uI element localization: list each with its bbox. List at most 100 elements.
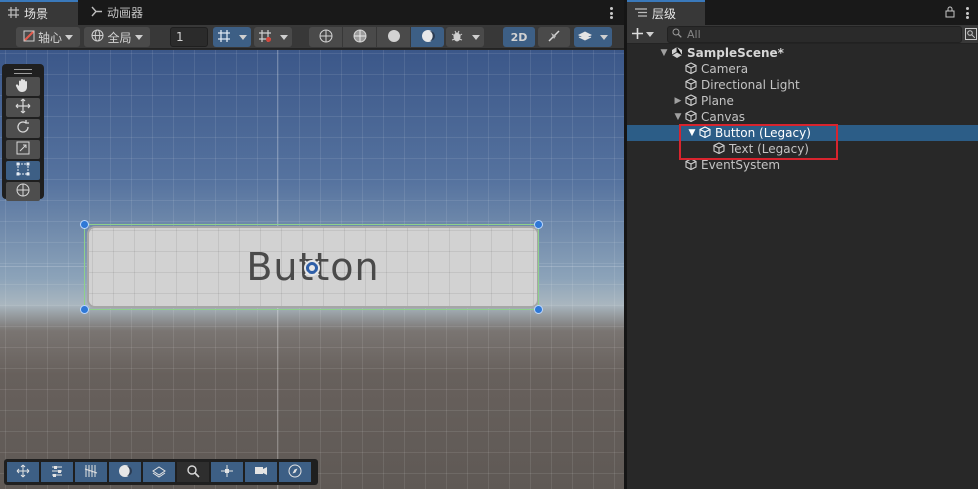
chevron-down-icon <box>134 34 143 40</box>
tab-animator[interactable]: 动画器 <box>82 0 162 25</box>
transform-combo-icon <box>15 182 31 201</box>
debug-draw-button[interactable] <box>446 27 468 47</box>
scale-tool-button[interactable] <box>6 140 40 159</box>
camera-overlay-button[interactable] <box>245 462 277 482</box>
wireframe-shading-button[interactable] <box>309 27 342 47</box>
global-label: 全局 <box>107 30 132 45</box>
hierarchy-toolbar <box>627 25 978 44</box>
gameobject-cube-icon <box>685 61 697 77</box>
expand-arrow-icon[interactable]: ▼ <box>673 112 683 122</box>
shaded-button[interactable] <box>377 27 410 47</box>
snap-options-dropdown[interactable] <box>276 27 292 47</box>
tab-scene-label: 场景 <box>24 7 49 21</box>
rotate-icon <box>15 119 31 138</box>
hierarchy-row[interactable]: Camera <box>627 61 978 77</box>
layers-dropdown[interactable] <box>596 27 612 47</box>
hierarchy-search-field[interactable] <box>667 26 962 43</box>
rect-tool-button[interactable] <box>6 161 40 180</box>
grid-toggle-icon <box>217 29 231 46</box>
rect-handle-top-right[interactable] <box>534 220 543 229</box>
overlay-toolbar <box>4 459 318 485</box>
scene-lighting-toggle[interactable] <box>538 27 570 47</box>
rect-handle-bottom-right[interactable] <box>534 305 543 314</box>
hand-tool-button[interactable] <box>6 77 40 96</box>
create-dropdown[interactable] <box>632 27 654 42</box>
hierarchy-row-label: Plane <box>701 94 734 108</box>
annotation-highlight-box <box>679 124 838 160</box>
hierarchy-more-menu-icon[interactable] <box>961 5 973 21</box>
pivot-label: 轴心 <box>37 30 62 45</box>
plus-icon <box>632 27 643 42</box>
snap-increment-button[interactable] <box>254 27 276 47</box>
shading-sphere-icon <box>118 464 132 481</box>
globe-icon <box>91 29 104 45</box>
chevron-down-icon <box>65 34 73 40</box>
layers-visibility-button[interactable] <box>574 27 596 47</box>
tab-hierarchy[interactable]: 层级 <box>627 0 705 25</box>
hierarchy-row-label: Directional Light <box>701 78 800 92</box>
layers-overlay-button[interactable] <box>143 462 175 482</box>
hand-icon <box>15 77 31 96</box>
move-overlay-button[interactable] <box>7 462 39 482</box>
hierarchy-row[interactable]: ▶ Plane <box>627 93 978 109</box>
move-tool-button[interactable] <box>6 98 40 117</box>
hierarchy-row-label: SampleScene* <box>687 46 784 60</box>
align-overlay-button[interactable] <box>41 462 73 482</box>
hierarchy-row[interactable]: ▼ Canvas <box>627 109 978 125</box>
compass-overlay-button[interactable] <box>279 462 311 482</box>
shading-overlay-button[interactable] <box>109 462 141 482</box>
pivot-dropdown[interactable]: 轴心 <box>16 27 80 47</box>
rotate-tool-button[interactable] <box>6 119 40 138</box>
light-off-icon <box>547 29 561 46</box>
gameobject-cube-icon <box>685 93 697 109</box>
grid-snap-value: 1 <box>176 30 184 44</box>
transform-tool-button[interactable] <box>6 182 40 201</box>
grid-snap-field[interactable]: 1 <box>170 27 208 47</box>
grid-visibility-button[interactable] <box>213 27 235 47</box>
hierarchy-row-label: Canvas <box>701 110 746 124</box>
hierarchy-row-label: Camera <box>701 62 749 76</box>
pivot-icon <box>23 29 35 45</box>
move-arrows-icon <box>15 98 31 117</box>
hierarchy-tabbar: 层级 <box>627 0 978 25</box>
pivot-overlay-button[interactable] <box>211 462 243 482</box>
grid-options-dropdown[interactable] <box>235 27 251 47</box>
pivot-handle-icon[interactable] <box>302 258 322 278</box>
chevron-down-icon <box>472 34 480 40</box>
mode-2d-label: 2D <box>510 30 528 44</box>
grid-overlay-button[interactable] <box>75 462 107 482</box>
shaded-wireframe-button[interactable] <box>343 27 376 47</box>
tab-scene[interactable]: 场景 <box>0 0 78 25</box>
camera-icon <box>254 464 268 481</box>
align-icon <box>50 464 64 481</box>
gameobject-cube-icon <box>685 77 697 93</box>
hierarchy-row-label: EventSystem <box>701 158 781 172</box>
debug-draw-dropdown[interactable] <box>468 27 484 47</box>
toggle-2d-button[interactable]: 2D <box>503 27 535 47</box>
rect-handle-top-left[interactable] <box>80 220 89 229</box>
chevron-down-icon <box>600 34 608 40</box>
chevron-down-icon <box>646 32 654 37</box>
hierarchy-scene-row[interactable]: ▼ SampleScene* <box>627 45 978 61</box>
lock-icon[interactable] <box>945 6 955 21</box>
scene-viewport[interactable]: Button <box>0 50 624 489</box>
expand-arrow-icon[interactable]: ▼ <box>659 48 669 58</box>
scene-more-menu-icon[interactable] <box>605 5 617 21</box>
global-dropdown[interactable]: 全局 <box>84 27 150 47</box>
search-overlay-button[interactable] <box>177 462 209 482</box>
collapse-arrow-icon[interactable]: ▶ <box>673 96 683 106</box>
unity-scene-icon <box>671 46 683 61</box>
hierarchy-row[interactable]: Directional Light <box>627 77 978 93</box>
scene-toolbar: 轴心 全局 1 2D <box>0 25 624 49</box>
search-icon <box>186 464 200 481</box>
search-input[interactable] <box>687 28 907 41</box>
shaded-sphere-icon <box>387 29 401 46</box>
lit-mode-button[interactable] <box>411 27 444 47</box>
scale-icon <box>15 140 31 159</box>
wireframe-sphere-icon <box>319 29 333 46</box>
tab-hierarchy-label: 层级 <box>652 7 677 21</box>
panel-drag-handle[interactable] <box>14 69 32 74</box>
rect-transform-icon <box>15 161 31 180</box>
rect-handle-bottom-left[interactable] <box>80 305 89 314</box>
search-options-icon[interactable] <box>965 28 977 43</box>
